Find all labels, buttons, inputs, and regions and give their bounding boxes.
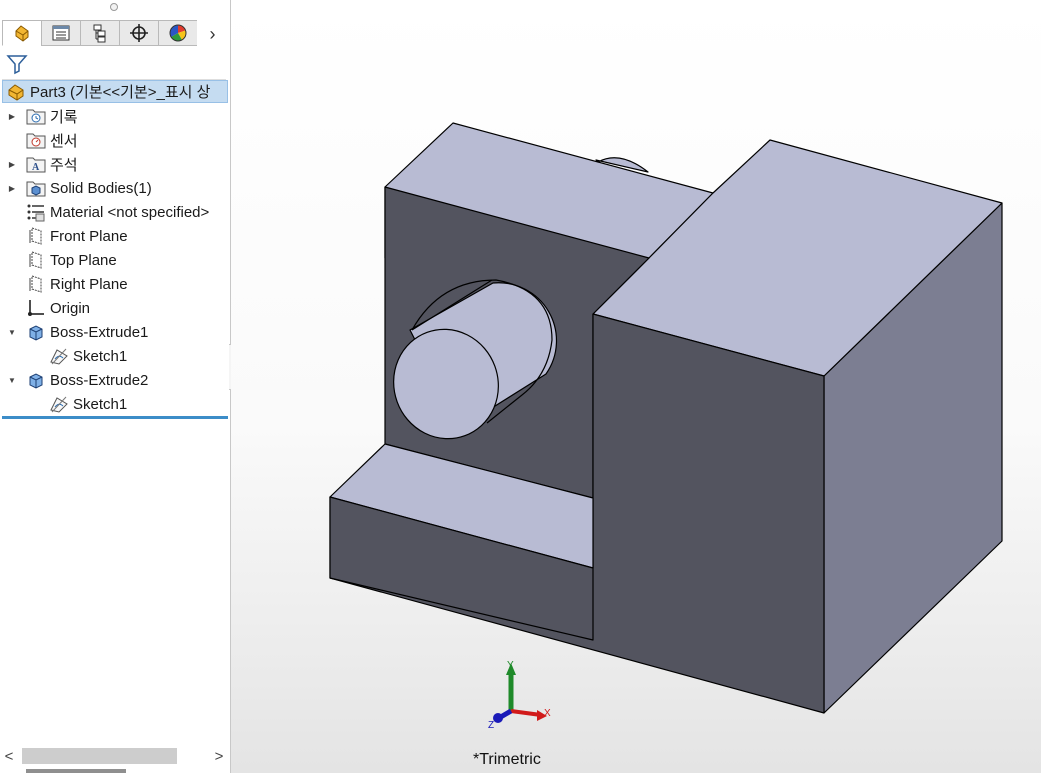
tree-item-label: Solid Bodies(1) [50, 179, 152, 197]
tree-item-기록[interactable]: ▶ 기록 [0, 104, 228, 128]
tab-display-manager[interactable] [158, 20, 197, 46]
feature-tree: ▶ 기록센서 ▶ A 주석 ▶ Solid Bodies(1) Material <not s… [0, 104, 228, 416]
tree-item-right-plane[interactable]: Right Plane [0, 272, 228, 296]
collapse-arrow-icon[interactable]: ▼ [8, 375, 16, 385]
tree-item-센서[interactable]: 센서 [0, 128, 228, 152]
part-icon [8, 83, 24, 101]
expand-arrow-icon[interactable]: ▶ [8, 159, 16, 169]
tree-item-label: Right Plane [50, 275, 128, 293]
featuremanager-panel: › Part3 (기본<<기본>_표시 상 ▶ 기록센서 ▶ A 주석 ▶ Solid Bo… [0, 0, 231, 773]
view-triad[interactable]: Y X Z [483, 655, 558, 735]
tree-root-part[interactable]: Part3 (기본<<기본>_표시 상 [2, 80, 228, 103]
display-manager-tab-icon [169, 24, 187, 42]
featuremanager-tab-icon [15, 25, 29, 42]
tree-item-label: 기록 [50, 108, 78, 126]
triad-z-label: Z [488, 720, 494, 731]
tab-configurationmanager[interactable] [80, 20, 119, 46]
tree-item-sketch1[interactable]: Sketch1 [0, 344, 228, 368]
tab-dimxpert[interactable] [119, 20, 158, 46]
triad-x-label: X [544, 708, 551, 719]
annotations-icon: A [26, 154, 46, 174]
sketch-icon [49, 394, 69, 414]
sensors-icon [26, 130, 46, 150]
propertymanager-tab-icon [52, 25, 70, 41]
configurationmanager-tab-icon [93, 24, 106, 43]
solid-bodies-icon [26, 178, 46, 198]
boss-extrude-icon [26, 322, 46, 342]
tree-item-boss-extrude2[interactable]: ▼ Boss-Extrude2 [0, 368, 228, 392]
tree-root-label: Part3 (기본<<기본>_표시 상 [30, 84, 211, 101]
tree-item-label: 주석 [50, 156, 78, 174]
graphics-area[interactable]: Y X Z *Trimetric [231, 0, 1041, 773]
tree-item-top-plane[interactable]: Top Plane [0, 248, 228, 272]
tree-filter-row [2, 49, 226, 80]
material-icon [26, 202, 46, 222]
svg-text:A: A [32, 162, 40, 173]
more-tabs-arrow[interactable]: › [197, 20, 228, 48]
tree-item-boss-extrude1[interactable]: ▼ Boss-Extrude1 [0, 320, 228, 344]
filter-icon[interactable] [6, 53, 28, 75]
triad-y-label: Y [507, 660, 514, 671]
expand-arrow-icon[interactable]: ▶ [8, 111, 16, 121]
dimxpert-tab-icon [130, 24, 148, 42]
tree-item-label: Front Plane [50, 227, 128, 245]
view-orientation-label: *Trimetric [473, 751, 541, 768]
panel-top-grip[interactable] [110, 3, 118, 11]
tree-item-label: Boss-Extrude2 [50, 371, 149, 389]
plane-icon [26, 274, 46, 294]
tree-item-label: Boss-Extrude1 [50, 323, 149, 341]
origin-icon [26, 298, 46, 318]
tab-featuremanager[interactable] [2, 20, 41, 46]
panel-horizontal-scrollbar[interactable]: < > [0, 746, 230, 766]
tree-item-material-not-specified[interactable]: Material <not specified> [0, 200, 228, 224]
tree-item-주석[interactable]: ▶ A 주석 [0, 152, 228, 176]
sketch-icon [49, 346, 69, 366]
tree-item-label: 센서 [50, 132, 78, 150]
plane-icon [26, 226, 46, 246]
tree-item-solid-bodies-1[interactable]: ▶ Solid Bodies(1) [0, 176, 228, 200]
tree-item-sketch1[interactable]: Sketch1 [0, 392, 228, 416]
scroll-left-arrow[interactable]: < [2, 747, 16, 765]
rollback-bar[interactable] [2, 416, 228, 419]
tab-propertymanager[interactable] [41, 20, 80, 46]
panel-bottom-divider [26, 769, 126, 773]
tree-item-label: Material <not specified> [50, 203, 210, 221]
history-icon [26, 106, 46, 126]
expand-arrow-icon[interactable]: ▶ [8, 183, 16, 193]
boss-extrude-icon [26, 370, 46, 390]
manager-tab-bar: › [2, 20, 228, 48]
tree-item-label: Sketch1 [73, 395, 128, 413]
scroll-thumb[interactable] [22, 748, 177, 764]
collapse-arrow-icon[interactable]: ▼ [8, 327, 16, 337]
tree-item-origin[interactable]: Origin [0, 296, 228, 320]
tree-item-front-plane[interactable]: Front Plane [0, 224, 228, 248]
plane-icon [26, 250, 46, 270]
tree-item-label: Top Plane [50, 251, 117, 269]
tree-item-label: Origin [50, 299, 91, 317]
tree-item-label: Sketch1 [73, 347, 128, 365]
scroll-right-arrow[interactable]: > [212, 747, 226, 765]
model-view[interactable] [231, 0, 1041, 773]
